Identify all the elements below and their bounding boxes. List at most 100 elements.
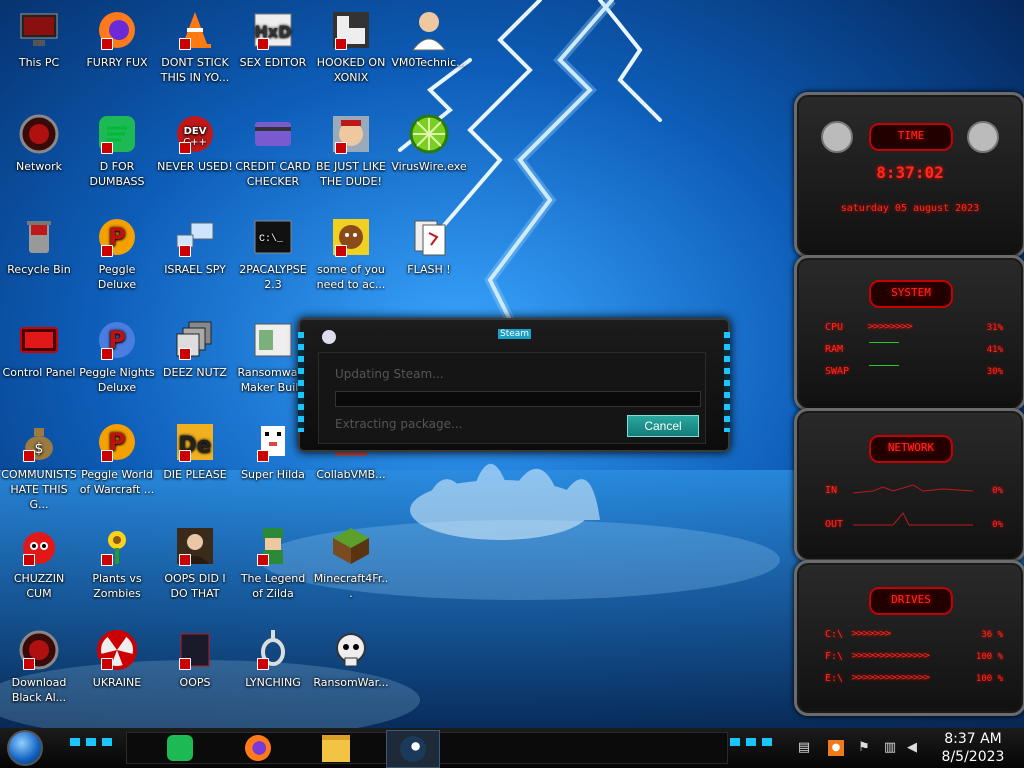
flag-icon[interactable]: ⚑ xyxy=(856,740,872,756)
icon-label: NEVER USED! xyxy=(157,160,233,173)
network-desktop-icon[interactable]: Network xyxy=(0,112,78,174)
icon-label: D FOR DUMBASS xyxy=(89,160,145,188)
peggle-deluxe-icon[interactable]: P Peggle Deluxe xyxy=(78,215,156,292)
peggle-wow-graphic-icon: P xyxy=(95,420,139,464)
recycle-bin-icon[interactable]: Recycle Bin xyxy=(0,215,78,277)
icon-label: VM0Technic... xyxy=(391,56,467,69)
ram-graph xyxy=(869,342,899,366)
oops-did-i-icon[interactable]: OOPS DID I DO THAT xyxy=(156,524,234,601)
israel-spy-icon[interactable]: ISRAEL SPY xyxy=(156,215,234,277)
be-just-like-the-dude-icon[interactable]: BE JUST LIKE THE DUDE! xyxy=(312,112,390,189)
viruswire-icon[interactable]: VirusWire.exe xyxy=(390,112,468,174)
taskbar-file-explorer-button[interactable] xyxy=(314,730,358,766)
never-used-icon[interactable]: DEV C++ NEVER USED! xyxy=(156,112,234,174)
control-panel-graphic-icon xyxy=(17,318,61,362)
icon-label: Minecraft4Fr... xyxy=(313,572,389,600)
money-bag-icon: $ xyxy=(17,420,61,464)
taskbar-steam-button[interactable] xyxy=(386,730,440,768)
taskbar-firefox-button[interactable] xyxy=(236,730,280,766)
de-logo-icon: De xyxy=(173,420,217,464)
alien-orb-icon xyxy=(17,628,61,672)
icon-label: LYNCHING xyxy=(245,676,301,689)
ransomwar-icon[interactable]: RansomWar... xyxy=(312,628,390,690)
drive-c-meter: >>>>>>> xyxy=(851,629,892,639)
peggle-wow-icon[interactable]: P Peggle World of Warcraft ... xyxy=(78,420,156,497)
swap-value: 30% xyxy=(986,367,1003,377)
2pacalypse-icon[interactable]: C:\_ 2PACALYPSE 2.3 xyxy=(234,215,312,292)
network-in-graph xyxy=(853,484,973,494)
chuzzin-icon[interactable]: CHUZZIN CUM xyxy=(0,524,78,601)
download-black-al-icon[interactable]: Download Black Al... xyxy=(0,628,78,705)
trash-can-icon xyxy=(17,215,61,259)
icon-label: CollabVMB... xyxy=(316,468,386,481)
drive-c-value: 36 % xyxy=(981,630,1003,640)
alien-head-icon xyxy=(967,121,999,153)
steam-update-dialog: Steam Updating Steam... Extracting packa… xyxy=(298,318,730,452)
taskbar-right-accent xyxy=(730,738,778,746)
network-in-label: IN xyxy=(825,485,838,496)
start-button[interactable] xyxy=(7,730,43,766)
die-please-icon[interactable]: De DIE PLEASE xyxy=(156,420,234,482)
swap-label: SWAP xyxy=(825,366,850,377)
d-for-dumbass-icon[interactable]: D FOR DUMBASS xyxy=(78,112,156,189)
volume-icon[interactable]: ◀ xyxy=(904,740,920,756)
hero-sprite-icon xyxy=(251,524,295,568)
icon-label: RansomWar... xyxy=(313,676,389,689)
taskbar-spotify-button[interactable] xyxy=(158,730,202,766)
icon-label: Recycle Bin xyxy=(7,263,71,276)
icon-label: FURRY FUX xyxy=(86,56,148,69)
some-of-you-icon[interactable]: some of you need to ac... xyxy=(312,215,390,292)
communists-icon[interactable]: $ COMMUNISTS HATE THIS G... xyxy=(0,420,78,512)
furry-fux-icon[interactable]: FURRY FUX xyxy=(78,8,156,70)
technician-icon xyxy=(407,8,451,52)
tray-app-icon[interactable]: ● xyxy=(828,740,844,756)
drives-widget: DRIVES C:\ >>>>>>> 36 % F:\ >>>>>>>>>>>>… xyxy=(794,560,1024,716)
peggle-nights-graphic-icon: P xyxy=(95,318,139,362)
traffic-cone-icon xyxy=(173,8,217,52)
system-widget-heading: SYSTEM xyxy=(869,280,953,308)
cancel-button[interactable]: Cancel xyxy=(627,415,699,437)
icon-label: Download Black Al... xyxy=(11,676,67,704)
folder-icon xyxy=(322,734,350,762)
steam-icon xyxy=(400,736,426,762)
network-out-value: 0% xyxy=(992,520,1003,530)
computer-icon xyxy=(17,8,61,52)
minecraft-icon[interactable]: Minecraft4Fr... xyxy=(312,524,390,601)
dialog-right-accent xyxy=(724,332,730,432)
icon-label: Control Panel xyxy=(2,366,76,379)
ukraine-icon[interactable]: UKRAINE xyxy=(78,628,156,690)
peggle-nights-icon[interactable]: P Peggle Nights Deluxe xyxy=(78,318,156,395)
flash-icon[interactable]: FLASH ! xyxy=(390,215,468,277)
hooked-on-xonix-icon[interactable]: HOOKED ON XONIX xyxy=(312,8,390,85)
legend-of-zilda-icon[interactable]: The Legend of Zilda xyxy=(234,524,312,601)
terminal-icon: C:\_ xyxy=(251,215,295,259)
time-widget-clock: 8:37:02 xyxy=(876,163,944,182)
this-pc-icon[interactable]: This PC xyxy=(0,8,78,70)
control-panel-icon[interactable]: Control Panel xyxy=(0,318,78,380)
credit-card-icon xyxy=(251,112,295,156)
icon-label: DEEZ NUTZ xyxy=(163,366,227,379)
system-tray-overflow-icon[interactable]: ▤ xyxy=(796,740,812,756)
vm0technic-icon[interactable]: VM0Technic... xyxy=(390,8,468,70)
plants-vs-zombies-icon[interactable]: Plants vs Zombies xyxy=(78,524,156,601)
lynching-icon[interactable]: LYNCHING xyxy=(234,628,312,690)
ram-label: RAM xyxy=(825,344,844,355)
update-progress-bar xyxy=(335,391,701,407)
rope-icon xyxy=(251,628,295,672)
hxd-icon: HxD xyxy=(251,8,295,52)
taskbar-clock[interactable]: 8:37 AM 8/5/2023 xyxy=(930,728,1016,768)
deez-nutz-icon[interactable]: DEEZ NUTZ xyxy=(156,318,234,380)
dialog-left-accent xyxy=(298,332,304,432)
oops-icon[interactable]: OOPS xyxy=(156,628,234,690)
credit-card-checker-icon[interactable]: CREDIT CARD CHECKER xyxy=(234,112,312,189)
xonix-icon xyxy=(329,8,373,52)
steam-logo-icon xyxy=(322,330,336,344)
document-pages-icon xyxy=(407,215,451,259)
network-status-icon[interactable]: ▥ xyxy=(882,740,898,756)
elf-face-icon xyxy=(329,112,373,156)
dont-stick-icon[interactable]: DONT STICK THIS IN YO... xyxy=(156,8,234,85)
peggle-icon: P xyxy=(95,215,139,259)
icon-label: some of you need to ac... xyxy=(316,263,386,291)
system-widget: SYSTEM CPU >>>>>>>> 31% RAM 41% SWAP 30% xyxy=(794,255,1024,411)
sex-editor-icon[interactable]: HxD SEX EDITOR xyxy=(234,8,312,70)
